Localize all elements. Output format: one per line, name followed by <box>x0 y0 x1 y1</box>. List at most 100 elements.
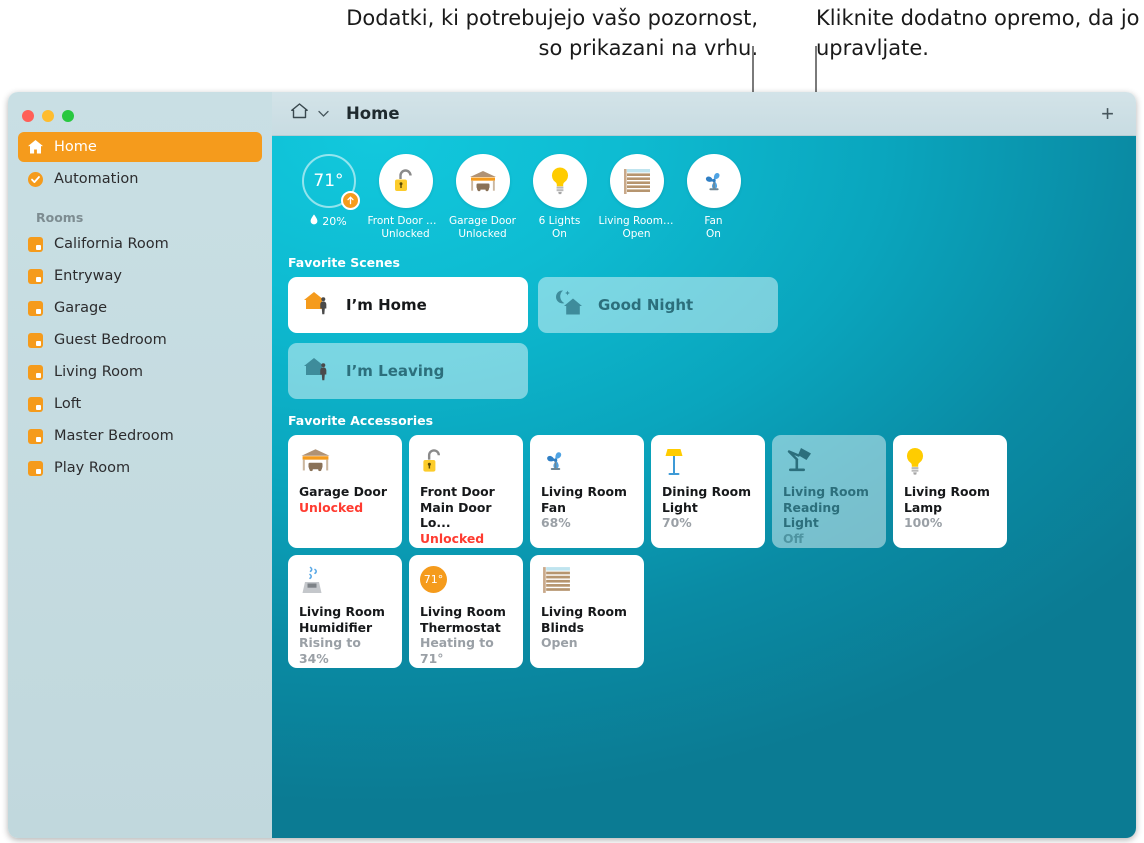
accessory-name: Garage Door <box>299 484 392 500</box>
scene-card-im-leaving[interactable]: I’m Leaving <box>288 343 528 399</box>
close-button[interactable] <box>22 110 34 122</box>
sidebar-item-california-room[interactable]: California Room <box>18 229 262 259</box>
status-label: Living Room Bl... <box>599 215 675 228</box>
accessory-state: Rising to 34% <box>299 635 392 666</box>
room-icon <box>26 363 44 381</box>
humidifier-icon <box>299 566 392 602</box>
home-canvas: 71° 20% <box>272 136 1136 838</box>
house-icon <box>290 102 309 125</box>
status-garage-door[interactable]: Garage Door Unlocked <box>444 154 521 241</box>
sidebar-item-label: Automation <box>54 171 138 187</box>
sidebar-item-automation[interactable]: Automation <box>18 164 262 194</box>
accessory-name: Living Room Humidifier <box>299 604 392 635</box>
accessory-card-garage-door[interactable]: Garage Door Unlocked <box>288 435 402 548</box>
status-blinds[interactable]: Living Room Bl... Open <box>598 154 675 241</box>
maximize-button[interactable] <box>62 110 74 122</box>
house-icon <box>26 138 44 156</box>
scene-label: I’m Home <box>346 296 427 314</box>
add-accessory-button[interactable]: + <box>1095 103 1120 125</box>
sidebar-item-label: Entryway <box>54 268 122 284</box>
accessory-card-living-room-fan[interactable]: Living Room Fan 68% <box>530 435 644 548</box>
status-front-door-lock[interactable]: Front Door Mai... Unlocked <box>367 154 444 241</box>
sidebar-item-label: Living Room <box>54 364 143 380</box>
room-icon <box>26 427 44 445</box>
accessory-card-living-room-blinds[interactable]: Living Room Blinds Open <box>530 555 644 668</box>
status-fan[interactable]: Fan On <box>675 154 752 241</box>
status-label: 6 Lights <box>539 215 581 228</box>
arrow-up-icon <box>341 191 360 210</box>
sidebar-item-label: Home <box>54 139 97 155</box>
accessory-card-living-room-lamp[interactable]: Living Room Lamp 100% <box>893 435 1007 548</box>
chevron-down-icon[interactable] <box>318 106 329 121</box>
sidebar-item-living-room[interactable]: Living Room <box>18 357 262 387</box>
room-icon <box>26 235 44 253</box>
room-icon <box>26 299 44 317</box>
accessory-card-dining-room-light[interactable]: Dining Room Light 70% <box>651 435 765 548</box>
scene-card-im-home[interactable]: I’m Home <box>288 277 528 333</box>
sidebar: Home Automation Rooms California Room En… <box>8 92 272 838</box>
lightbulb-icon <box>904 446 997 482</box>
callout-text-left: Dodatki, ki potrebujejo vašo pozornost, … <box>338 3 758 63</box>
room-icon <box>26 267 44 285</box>
app-window: Home Automation Rooms California Room En… <box>8 92 1136 838</box>
accessory-name: Living Room Reading Light <box>783 484 876 531</box>
minimize-button[interactable] <box>42 110 54 122</box>
garage-door-icon <box>456 154 510 208</box>
sidebar-item-home[interactable]: Home <box>18 132 262 162</box>
sidebar-item-play-room[interactable]: Play Room <box>18 453 262 483</box>
accessory-state: 68% <box>541 515 634 531</box>
accessory-name: Living Room Thermostat <box>420 604 513 635</box>
accessory-card-living-room-reading-light[interactable]: Living Room Reading Light Off <box>772 435 886 548</box>
titlebar: Home + <box>272 92 1136 136</box>
fan-icon <box>541 446 634 482</box>
accessory-name: Living Room Lamp <box>904 484 997 515</box>
sidebar-item-guest-bedroom[interactable]: Guest Bedroom <box>18 325 262 355</box>
scene-card-good-night[interactable]: Good Night <box>538 277 778 333</box>
status-thermostat[interactable]: 71° 20% <box>290 154 367 228</box>
thermostat-icon: 71° <box>420 566 513 602</box>
unlocked-padlock-icon <box>379 154 433 208</box>
callout-text-right: Kliknite dodatno opremo, da jo upravljat… <box>816 3 1142 63</box>
garage-door-icon <box>299 446 392 482</box>
status-label: Front Door Mai... <box>368 215 444 228</box>
accessory-card-living-room-thermostat[interactable]: 71° Living Room Thermostat Heating to 71… <box>409 555 523 668</box>
sidebar-item-garage[interactable]: Garage <box>18 293 262 323</box>
sidebar-item-loft[interactable]: Loft <box>18 389 262 419</box>
status-label: Garage Door <box>449 215 516 228</box>
accessory-state: Heating to 71° <box>420 635 513 666</box>
status-state: On <box>552 228 567 241</box>
accessory-card-front-door-lock[interactable]: Front Door Main Door Lo... Unlocked <box>409 435 523 548</box>
page-title: Home <box>346 104 400 123</box>
accessory-state: 70% <box>662 515 755 531</box>
accessory-grid: Garage Door Unlocked Front Door Main Doo… <box>272 435 1078 668</box>
status-state: Unlocked <box>381 228 429 241</box>
house-person-icon <box>302 355 336 387</box>
accessory-card-living-room-humidifier[interactable]: Living Room Humidifier Rising to 34% <box>288 555 402 668</box>
accessory-state: 100% <box>904 515 997 531</box>
status-lights[interactable]: 6 Lights On <box>521 154 598 241</box>
sidebar-item-label: Garage <box>54 300 107 316</box>
sidebar-item-label: Master Bedroom <box>54 428 174 444</box>
accessory-name: Front Door Main Door Lo... <box>420 484 513 531</box>
main-area: Home + 71° <box>272 92 1136 838</box>
sidebar-section-rooms: Rooms <box>18 196 262 229</box>
scene-label: I’m Leaving <box>346 362 444 380</box>
status-strip: 71° 20% <box>272 154 1136 241</box>
house-person-icon <box>302 289 336 321</box>
blinds-icon <box>541 566 634 602</box>
sidebar-item-label: California Room <box>54 236 169 252</box>
lightbulb-icon <box>533 154 587 208</box>
humidity-row: 20% <box>310 214 346 228</box>
unlocked-padlock-icon <box>420 446 513 482</box>
sidebar-item-master-bedroom[interactable]: Master Bedroom <box>18 421 262 451</box>
sidebar-item-entryway[interactable]: Entryway <box>18 261 262 291</box>
accessory-state: Unlocked <box>299 500 392 516</box>
room-icon <box>26 395 44 413</box>
desk-lamp-icon <box>783 446 876 482</box>
window-controls <box>8 92 272 128</box>
status-label: Fan <box>704 215 722 228</box>
moon-house-icon <box>552 288 588 322</box>
accessory-state: Open <box>541 635 634 651</box>
room-icon <box>26 331 44 349</box>
accessory-name: Dining Room Light <box>662 484 755 515</box>
